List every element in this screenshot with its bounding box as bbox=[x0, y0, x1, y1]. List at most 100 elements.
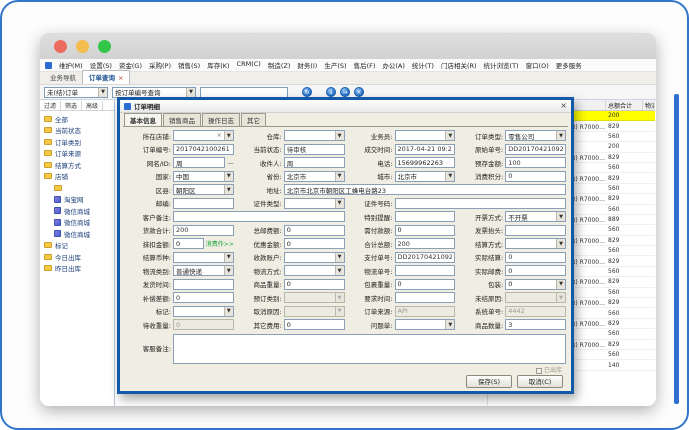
mark-select[interactable]: ▼ bbox=[173, 306, 234, 317]
invoice-title-input[interactable] bbox=[505, 225, 566, 236]
filter-select[interactable]: 未(结)订单▼ bbox=[44, 87, 108, 98]
close-window-icon[interactable] bbox=[54, 40, 67, 53]
postage-total-field: 0 bbox=[284, 225, 345, 236]
sidebar-item-订单来源[interactable]: 订单来源 bbox=[40, 148, 114, 160]
other-fee-input[interactable]: 0 bbox=[284, 319, 345, 330]
sidebar-item-店铺[interactable]: 店铺 bbox=[40, 171, 114, 183]
receiving-account-select[interactable]: ▼ bbox=[284, 252, 345, 263]
dialog-tab-其它[interactable]: 其它 bbox=[241, 113, 266, 126]
menu-item[interactable]: 售后(F) bbox=[354, 60, 376, 70]
menu-item[interactable]: 销售(S) bbox=[178, 60, 200, 70]
id-number-input[interactable] bbox=[395, 198, 567, 209]
sidebar-item-folder[interactable] bbox=[40, 182, 114, 194]
menu-item[interactable]: 生产(S) bbox=[324, 60, 346, 70]
tab-业务导航[interactable]: 业务导航 bbox=[44, 71, 82, 84]
warehouse-select[interactable]: ▼ bbox=[284, 130, 345, 141]
sidebar-item-今日出库[interactable]: 今日出库 bbox=[40, 251, 114, 263]
postage-total-input[interactable]: 0 bbox=[284, 225, 345, 236]
order-type-select[interactable]: 零售公司▼ bbox=[505, 130, 566, 141]
maximize-window-icon[interactable] bbox=[98, 40, 111, 53]
deduct-amount-input[interactable]: 0 bbox=[173, 238, 204, 249]
browse-icon[interactable]: — bbox=[227, 159, 234, 167]
zipcode-input[interactable] bbox=[173, 198, 234, 209]
menu-item[interactable]: 窗口(O) bbox=[526, 60, 549, 70]
problem-order-select[interactable]: ▼ bbox=[395, 319, 456, 330]
dialog-tab-销售商品[interactable]: 销售商品 bbox=[163, 113, 201, 126]
package-weight-input[interactable]: 0 bbox=[395, 279, 456, 290]
menu-item[interactable]: 统计浏览(T) bbox=[484, 60, 519, 70]
store-select[interactable]: ×▼ bbox=[173, 130, 234, 141]
tracking-no-input[interactable] bbox=[395, 265, 456, 276]
sidebar-item-标记[interactable]: 标记 bbox=[40, 240, 114, 252]
chevron-down-icon: ▼ bbox=[335, 131, 344, 140]
download-icon[interactable]: ↓ bbox=[326, 87, 336, 97]
cancel-button[interactable]: 取消(C) bbox=[517, 375, 563, 388]
deduct-amount-link[interactable]: 消费作>> bbox=[206, 239, 234, 248]
menu-item[interactable]: 制造(Z) bbox=[268, 60, 291, 70]
menu-item[interactable]: 门店相关(R) bbox=[441, 60, 477, 70]
customer-note-input[interactable] bbox=[173, 211, 345, 222]
settle-mode-select[interactable]: ▼ bbox=[505, 238, 566, 249]
sidebar-item-淘宝网[interactable]: 淘宝网 bbox=[40, 194, 114, 206]
receiver-input[interactable]: 周 bbox=[284, 157, 345, 168]
service-note-input[interactable] bbox=[173, 334, 566, 364]
sidebar-item-结算方式[interactable]: 结算方式 bbox=[40, 159, 114, 171]
id-type-select[interactable]: ▼ bbox=[284, 198, 345, 209]
clear-icon[interactable]: × bbox=[354, 87, 364, 97]
original-no-input: DD2017042109201.76 bbox=[505, 144, 566, 155]
discount-amount-input[interactable]: 0 bbox=[284, 238, 345, 249]
minimize-window-icon[interactable] bbox=[76, 40, 89, 53]
column-header[interactable]: 总额合计 bbox=[606, 100, 643, 110]
buyer-id-input[interactable]: 周 bbox=[173, 157, 225, 168]
sidebar-tab-筛选[interactable]: 筛选 bbox=[61, 101, 82, 110]
logistics-mode-select[interactable]: ▼ bbox=[284, 265, 345, 276]
sidebar-item-当前状态[interactable]: 当前状态 bbox=[40, 125, 114, 137]
clear-icon[interactable]: × bbox=[217, 132, 222, 139]
sidebar-item-全部[interactable]: 全部 bbox=[40, 113, 114, 125]
sidebar-item-昨日出库[interactable]: 昨日出库 bbox=[40, 263, 114, 275]
salesperson-select[interactable]: ▼ bbox=[395, 130, 456, 141]
search-input[interactable] bbox=[200, 87, 288, 98]
menu-item[interactable]: 统计(T) bbox=[412, 60, 434, 70]
total-cell: 200 bbox=[606, 112, 643, 119]
column-header[interactable]: 物流 bbox=[643, 100, 655, 110]
sidebar-item-微信商城[interactable]: 微信商城 bbox=[40, 205, 114, 217]
close-tab-icon[interactable]: × bbox=[118, 74, 123, 82]
save-button[interactable]: 保存(S) bbox=[466, 375, 512, 388]
menu-item[interactable]: 采购(P) bbox=[149, 60, 171, 70]
menu-item[interactable]: 维护(M) bbox=[59, 60, 83, 70]
menu-item[interactable]: 更多服务 bbox=[556, 60, 582, 70]
forward-icon[interactable]: → bbox=[340, 87, 350, 97]
menu-item[interactable]: CRM(C) bbox=[237, 60, 261, 70]
close-icon[interactable]: × bbox=[560, 102, 567, 110]
logistics-type-select[interactable]: 普通快递▼ bbox=[173, 265, 234, 276]
payable-amount-input[interactable]: 0 bbox=[395, 225, 456, 236]
sidebar-tab-高级[interactable]: 高级 bbox=[82, 101, 103, 110]
menu-item[interactable]: 资金(G) bbox=[119, 60, 142, 70]
sidebar-item-订单类别[interactable]: 订单类别 bbox=[40, 136, 114, 148]
menu-item[interactable]: 设置(S) bbox=[90, 60, 112, 70]
phone-input[interactable]: 15699962263 bbox=[395, 157, 456, 168]
sidebar-tab-过滤[interactable]: 过滤 bbox=[40, 101, 61, 110]
dialog-tab-基本信息[interactable]: 基本信息 bbox=[124, 113, 162, 126]
sidebar-item-微信商城[interactable]: 微信商城 bbox=[40, 217, 114, 229]
dialog-tab-操作日志[interactable]: 操作日志 bbox=[202, 113, 240, 126]
address-input[interactable]: 北京市北京市朝阳区工蜂电台路23 bbox=[284, 184, 566, 195]
invoice-mode-select[interactable]: 不开票▼ bbox=[505, 211, 566, 222]
required-time-input[interactable] bbox=[395, 292, 456, 303]
search-mode-select[interactable]: 按订单编号查询▼ bbox=[112, 87, 196, 98]
menu-item[interactable]: 财务(I) bbox=[297, 60, 317, 70]
menu-item[interactable]: 办公(A) bbox=[382, 60, 405, 70]
province-select[interactable]: 北京市▼ bbox=[284, 171, 345, 182]
goods-weight-input[interactable]: 0 bbox=[284, 279, 345, 290]
menu-item[interactable]: 库存(K) bbox=[207, 60, 229, 70]
packaging-select[interactable]: 0▼ bbox=[505, 279, 566, 290]
refresh-icon[interactable]: ↻ bbox=[302, 87, 312, 97]
special-reminder-input[interactable] bbox=[395, 211, 456, 222]
tab-订单查询[interactable]: 订单查询× bbox=[82, 70, 130, 84]
currency-select[interactable]: ▼ bbox=[173, 252, 234, 263]
district-select[interactable]: 朝阳区▼ bbox=[173, 184, 234, 195]
sidebar-item-微信商城[interactable]: 微信商城 bbox=[40, 228, 114, 240]
country-select[interactable]: 中国▼ bbox=[173, 171, 234, 182]
city-select[interactable]: 北京市▼ bbox=[395, 171, 456, 182]
